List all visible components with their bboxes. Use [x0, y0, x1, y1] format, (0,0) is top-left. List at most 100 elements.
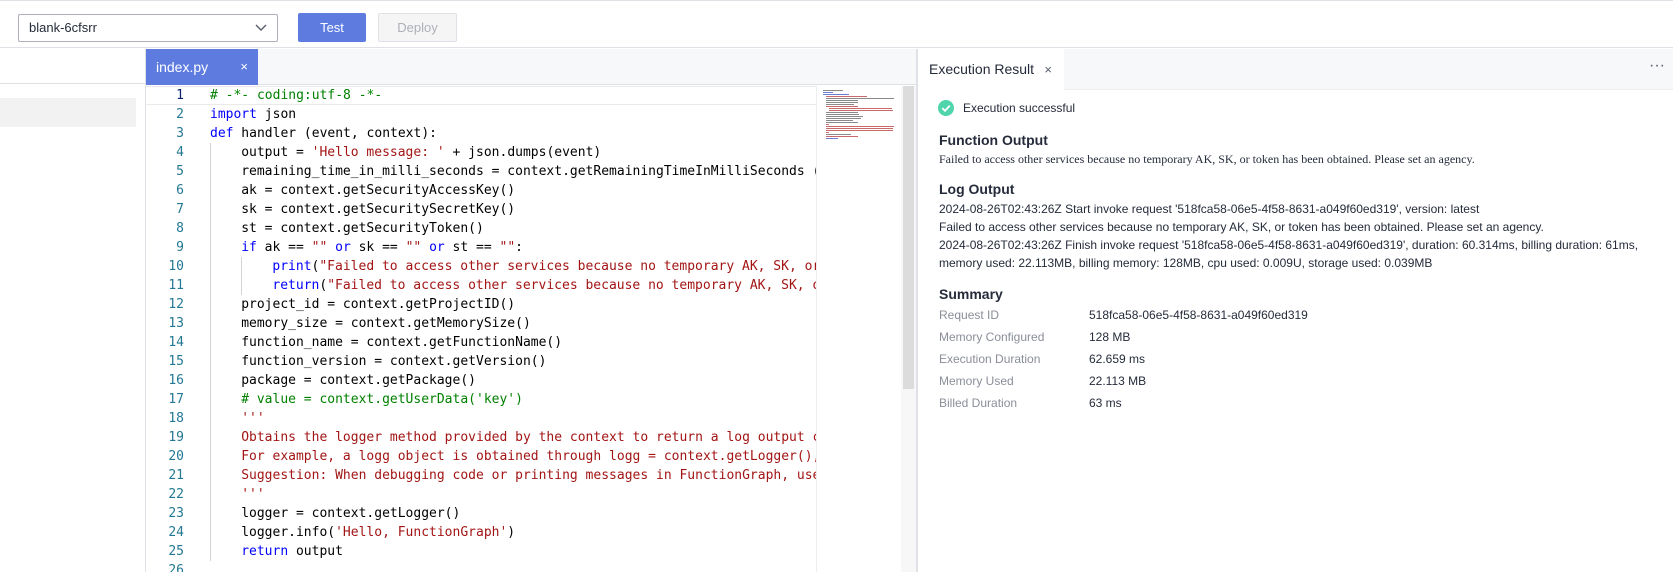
summary-title: Summary	[939, 286, 1003, 302]
deploy-button[interactable]: Deploy	[378, 13, 457, 42]
function-select[interactable]: blank-6cfsrr	[18, 14, 278, 42]
test-button[interactable]: Test	[298, 13, 366, 42]
code-line[interactable]: 7 sk = context.getSecuritySecretKey()	[146, 200, 816, 219]
minimap-line	[826, 126, 894, 127]
code-token: st ==	[444, 240, 500, 255]
minimap-line	[826, 136, 858, 137]
code-editor[interactable]: 1 # -*- coding:utf-8 -*- 2 import json 3 def …	[146, 86, 816, 572]
code-token: '''	[241, 487, 265, 502]
code-token: sk = context.getSecuritySecretKey()	[241, 202, 516, 217]
code-token: import	[210, 107, 257, 122]
code-line[interactable]: 22 '''	[146, 485, 816, 504]
editor-scrollbar[interactable]	[901, 86, 916, 572]
code-line[interactable]: 8 st = context.getSecurityToken()	[146, 219, 816, 238]
code-token: )	[507, 525, 516, 540]
code-line[interactable]: 20 For example, a logg object is obtained…	[146, 447, 816, 466]
code-line[interactable]: 15 function_version = context.getVersion(…	[146, 352, 816, 371]
code-text: sk = context.getSecuritySecretKey()	[241, 200, 515, 219]
scrollbar-thumb[interactable]	[903, 86, 914, 389]
code-token: handler (event, context):	[233, 126, 437, 141]
line-number: 19	[168, 430, 184, 445]
code-text: memory_size = context.getMemorySize()	[241, 314, 531, 333]
minimap-line	[826, 98, 894, 99]
code-line[interactable]: 14 function_name = context.getFunctionNam…	[146, 333, 816, 352]
minimap-line	[826, 100, 858, 101]
code-line[interactable]: 18 '''	[146, 409, 816, 428]
indent-guide	[241, 257, 242, 295]
line-number: 26	[168, 563, 184, 572]
code-line[interactable]: 11 return("Failed to access other service…	[146, 276, 816, 295]
summary-value: 518fca58-06e5-4f58-8631-a049f60ed319	[1089, 308, 1308, 322]
code-line[interactable]: 5 remaining_time_in_milli_seconds = conte…	[146, 162, 816, 181]
result-tab-label: Execution Result	[929, 61, 1035, 77]
minimap-line	[823, 92, 833, 93]
code-line[interactable]: 17 # value = context.getUserData('key')	[146, 390, 816, 409]
code-text: function_name = context.getFunctionName(…	[241, 333, 562, 352]
line-number: 7	[176, 202, 184, 217]
line-number: 6	[176, 183, 184, 198]
code-token: Suggestion: When debugging code or print…	[241, 468, 816, 483]
code-line[interactable]: 3 def handler (event, context):	[146, 124, 816, 143]
code-token: st = context.getSecurityToken()	[241, 221, 484, 236]
minimap-line	[826, 106, 859, 107]
minimap-line	[826, 96, 868, 97]
code-token: json	[256, 107, 297, 122]
minimap-line	[826, 132, 829, 133]
minimap-line	[826, 118, 862, 119]
line-number: 3	[176, 126, 184, 141]
minimap-line	[826, 134, 852, 135]
code-token: project_id = context.getProjectID()	[241, 297, 516, 312]
code-line[interactable]: 25 return output	[146, 542, 816, 561]
code-line[interactable]: 4 output = 'Hello message: ' + json.dumps…	[146, 143, 816, 162]
code-line[interactable]: 2 import json	[146, 105, 816, 124]
code-token: remaining_time_in_milli_seconds = contex…	[241, 164, 816, 179]
line-number: 16	[168, 373, 184, 388]
code-token: ""	[405, 240, 422, 255]
line-number: 17	[168, 392, 184, 407]
minimap-line	[826, 120, 853, 121]
summary-value: 63 ms	[1089, 396, 1122, 410]
code-line[interactable]: 9 if ak == "" or sk == "" or st == "":	[146, 238, 816, 257]
close-icon[interactable]: ×	[1044, 49, 1052, 90]
tab-execution-result[interactable]: Execution Result ×	[918, 49, 1064, 90]
sidebar-selected-item[interactable]	[0, 98, 136, 127]
code-text: logger = context.getLogger()	[241, 504, 460, 523]
close-icon[interactable]: ×	[240, 49, 248, 85]
code-text: function_version = context.getVersion()	[241, 352, 546, 371]
code-token: 'Hello, FunctionGraph'	[335, 525, 508, 540]
status-text: Execution successful	[963, 101, 1076, 115]
function-output-text: Failed to access other services because …	[939, 152, 1475, 166]
code-token: function_version = context.getVersion()	[241, 354, 547, 369]
code-text: # value = context.getUserData('key')	[241, 390, 523, 409]
code-text: ak = context.getSecurityAccessKey()	[241, 181, 515, 200]
code-line[interactable]: 6 ak = context.getSecurityAccessKey()	[146, 181, 816, 200]
code-line[interactable]: 21 Suggestion: When debugging code or pri…	[146, 466, 816, 485]
summary-label: Billed Duration	[939, 396, 1018, 410]
code-token: package = context.getPackage()	[241, 373, 476, 388]
editor-minimap[interactable]	[816, 86, 901, 572]
summary-label: Memory Used	[939, 374, 1014, 388]
code-token: function_name = context.getFunctionName(…	[241, 335, 563, 350]
code-line[interactable]: 10 print("Failed to access other services…	[146, 257, 816, 276]
code-line[interactable]: 19 Obtains the logger method provided by …	[146, 428, 816, 447]
code-line[interactable]: 13 memory_size = context.getMemorySize()	[146, 314, 816, 333]
code-text: project_id = context.getProjectID()	[241, 295, 515, 314]
code-line[interactable]: 16 package = context.getPackage()	[146, 371, 816, 390]
line-number: 5	[176, 164, 184, 179]
code-line[interactable]: 24 logger.info('Hello, FunctionGraph')	[146, 523, 816, 542]
code-token: return	[241, 544, 289, 559]
code-line[interactable]: 1 # -*- coding:utf-8 -*-	[146, 86, 816, 105]
code-line[interactable]: 23 logger = context.getLogger()	[146, 504, 816, 523]
line-number: 20	[168, 449, 184, 464]
code-line[interactable]: 26	[146, 561, 816, 572]
tab-index-py[interactable]: index.py ×	[146, 49, 258, 85]
code-text: st = context.getSecurityToken()	[241, 219, 484, 238]
code-token: output	[288, 544, 343, 559]
code-token: memory_size = context.getMemorySize()	[241, 316, 531, 331]
result-tabbar: Execution Result ×	[918, 49, 1673, 90]
code-line[interactable]: 12 project_id = context.getProjectID()	[146, 295, 816, 314]
summary-label: Memory Configured	[939, 330, 1045, 344]
code-text: def handler (event, context):	[210, 124, 437, 143]
more-icon[interactable]: ···	[1649, 57, 1665, 75]
